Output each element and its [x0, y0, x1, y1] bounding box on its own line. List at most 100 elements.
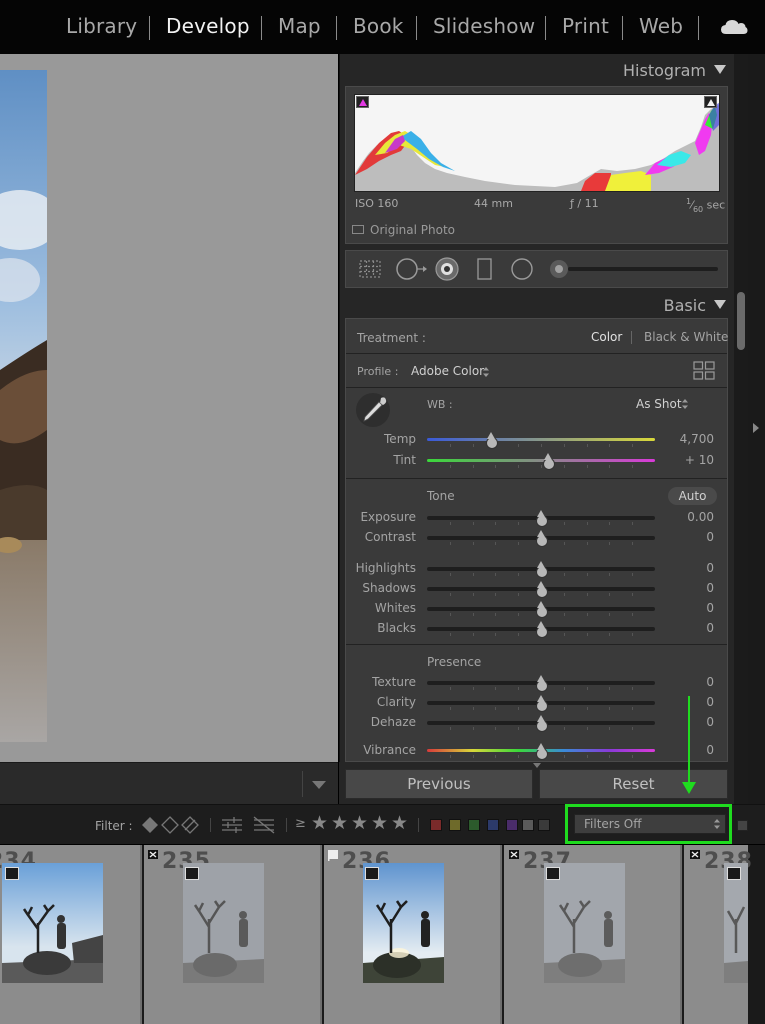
profile-updown-icon[interactable]	[482, 366, 490, 378]
vibrance-value[interactable]: 0	[654, 743, 714, 757]
temp-slider-track[interactable]	[427, 438, 655, 441]
module-library[interactable]: Library	[66, 14, 137, 38]
pick-flag-icon[interactable]	[328, 850, 338, 861]
reject-flag-icon[interactable]	[690, 850, 700, 861]
wb-updown-icon[interactable]	[681, 398, 689, 410]
tint-value[interactable]: + 10	[654, 453, 714, 467]
slider-tick	[563, 613, 565, 616]
annotation-highlight-box	[565, 804, 732, 844]
rating-star-3[interactable]: ★	[351, 812, 368, 834]
color-label-yellow[interactable]	[449, 819, 461, 831]
contrast-value[interactable]: 0	[654, 530, 714, 544]
red-eye-tool-icon[interactable]	[434, 256, 460, 282]
color-label-none[interactable]	[538, 819, 550, 831]
tone-auto-button[interactable]: Auto	[668, 487, 717, 505]
color-label-green[interactable]	[468, 819, 480, 831]
cloud-icon[interactable]	[720, 18, 748, 36]
rating-star-4[interactable]: ★	[371, 812, 388, 834]
image-preview-area[interactable]	[0, 54, 338, 762]
slider-tick	[495, 707, 497, 710]
module-separator	[149, 16, 150, 40]
module-develop[interactable]: Develop	[166, 14, 250, 38]
radial-filter-icon[interactable]	[509, 256, 535, 282]
module-web[interactable]: Web	[639, 14, 683, 38]
original-photo-toggle[interactable]: Original Photo	[352, 223, 455, 237]
graduated-filter-icon[interactable]	[476, 257, 494, 281]
collapse-triangle-icon[interactable]	[714, 300, 726, 309]
shutter-unit: sec	[703, 198, 726, 212]
filmstrip-thumbnail[interactable]	[724, 863, 748, 983]
highlights-value[interactable]: 0	[654, 561, 714, 575]
slider-tick	[472, 707, 474, 710]
histogram-graph[interactable]	[354, 94, 720, 192]
reject-flag-icon[interactable]	[148, 850, 158, 861]
module-print[interactable]: Print	[562, 14, 609, 38]
photo-preview[interactable]	[0, 70, 47, 742]
highlight-clipping-indicator[interactable]	[704, 96, 717, 108]
edit-badge-icon[interactable]	[185, 867, 199, 880]
toolbar-menu-chevron-icon[interactable]	[312, 781, 326, 789]
blacks-value[interactable]: 0	[654, 621, 714, 635]
right-panel-arrow-icon[interactable]	[753, 423, 759, 433]
module-map[interactable]: Map	[278, 14, 321, 38]
edit-badge-icon[interactable]	[5, 867, 19, 880]
treatment-bw-option[interactable]: Black & White	[644, 330, 728, 344]
slider-tick	[609, 593, 611, 596]
tint-slider-track[interactable]	[427, 459, 655, 462]
temp-value[interactable]: 4,700	[654, 432, 714, 446]
wb-dropdown[interactable]: As Shot	[636, 397, 682, 411]
edit-badge-icon[interactable]	[546, 867, 560, 880]
adjustment-brush-slider[interactable]	[548, 258, 720, 280]
crop-grid-icon[interactable]	[357, 258, 383, 280]
flag-filter-icons[interactable]	[140, 815, 200, 835]
panel-scrollbar[interactable]	[734, 54, 748, 804]
edit-badge-icon[interactable]	[365, 867, 379, 880]
toolbar-separator	[302, 771, 303, 797]
clarity-value[interactable]: 0	[654, 695, 714, 709]
whites-value[interactable]: 0	[654, 601, 714, 615]
module-slideshow[interactable]: Slideshow	[433, 14, 535, 38]
whites-label: Whites	[374, 601, 416, 615]
profile-dropdown[interactable]: Adobe Color	[411, 364, 484, 378]
texture-value[interactable]: 0	[654, 675, 714, 689]
module-book[interactable]: Book	[353, 14, 404, 38]
dehaze-value[interactable]: 0	[654, 715, 714, 729]
edit-badge-icon[interactable]	[727, 867, 741, 880]
rating-operator[interactable]: ≥	[295, 816, 306, 831]
rating-star-1[interactable]: ★	[311, 812, 328, 834]
white-balance-eyedropper-icon[interactable]	[354, 392, 392, 428]
slider-tick	[518, 573, 520, 576]
original-photo-checkbox[interactable]	[352, 225, 364, 234]
color-label-other[interactable]	[522, 819, 534, 831]
slider-tick	[518, 465, 520, 468]
edit-filter-icons[interactable]	[220, 815, 278, 835]
panel-end-marker-icon	[533, 763, 541, 768]
exposure-value[interactable]: 0.00	[654, 510, 714, 524]
collapse-triangle-icon[interactable]	[714, 65, 726, 74]
slider-tick	[632, 593, 634, 596]
shadow-clipping-indicator[interactable]	[356, 96, 369, 108]
slider-tick	[586, 542, 588, 545]
rating-star-5[interactable]: ★	[391, 812, 408, 834]
profile-browser-grid-icon[interactable]	[693, 361, 715, 381]
treatment-color-option[interactable]: Color	[591, 330, 622, 344]
color-label-purple[interactable]	[506, 819, 518, 831]
panel-scrollbar-thumb[interactable]	[737, 292, 745, 350]
filmstrip-thumbnail[interactable]	[363, 863, 444, 983]
shadows-value[interactable]: 0	[654, 581, 714, 595]
histogram-header[interactable]: Histogram	[340, 61, 726, 80]
reset-button[interactable]: Reset	[539, 769, 728, 799]
previous-button[interactable]: Previous	[345, 769, 533, 799]
slider-tick	[449, 727, 451, 730]
reject-flag-icon[interactable]	[509, 850, 519, 861]
filmstrip-thumbnail[interactable]	[183, 863, 264, 983]
slider-tick	[609, 542, 611, 545]
basic-header[interactable]: Basic	[340, 296, 726, 315]
healing-tool-icon[interactable]	[395, 256, 429, 282]
filmstrip-thumbnail[interactable]	[544, 863, 625, 983]
rating-star-2[interactable]: ★	[331, 812, 348, 834]
color-label-red[interactable]	[430, 819, 442, 831]
color-label-blue[interactable]	[487, 819, 499, 831]
filter-lock-button[interactable]	[737, 820, 748, 831]
filmstrip-thumbnail[interactable]	[2, 863, 103, 983]
